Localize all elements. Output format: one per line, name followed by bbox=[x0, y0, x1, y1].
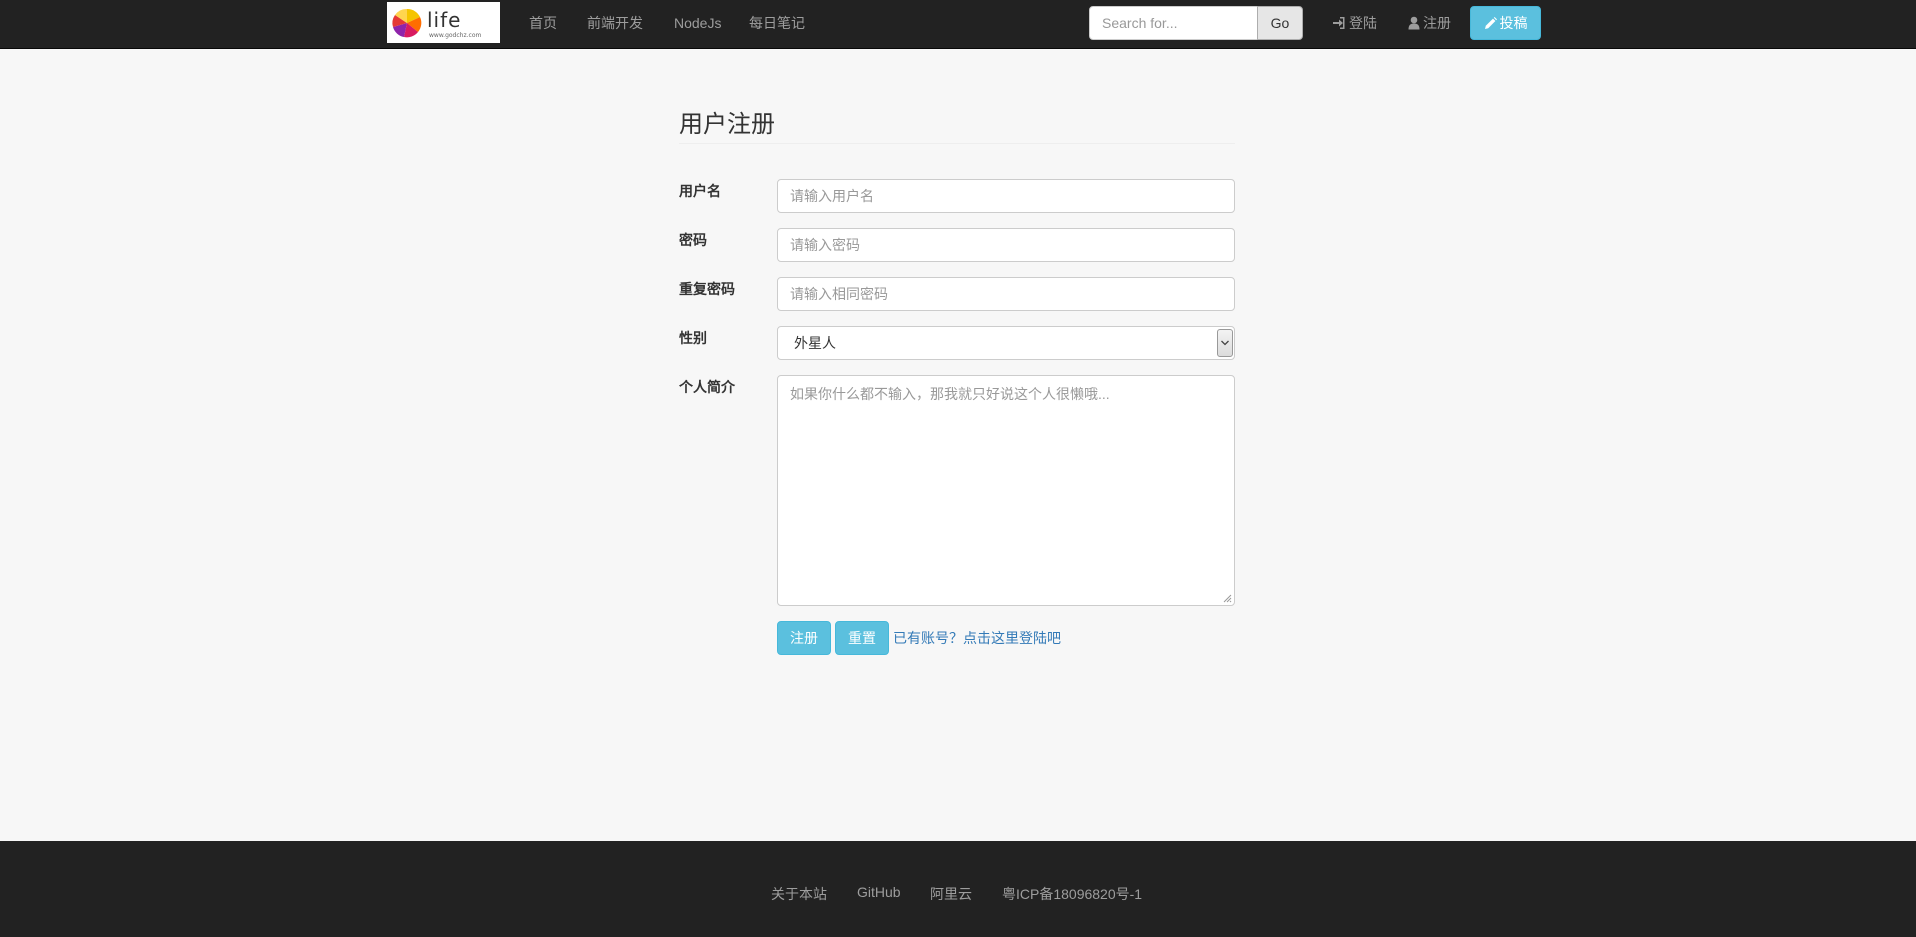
pencil-icon bbox=[1484, 17, 1497, 29]
bio-textarea[interactable] bbox=[777, 375, 1235, 606]
footer-icp[interactable]: 粤ICP备18096820号-1 bbox=[1002, 884, 1142, 904]
go-login-link[interactable]: 已有账号？点击这里登陆吧 bbox=[893, 621, 1061, 655]
reset-button[interactable]: 重置 bbox=[835, 621, 889, 655]
password-label: 密码 bbox=[679, 232, 707, 248]
gender-select[interactable]: 外星人 bbox=[777, 326, 1235, 360]
resize-grip-icon[interactable] bbox=[1223, 594, 1232, 603]
gender-selected-value: 外星人 bbox=[794, 335, 836, 351]
footer-github[interactable]: GitHub bbox=[857, 884, 901, 900]
nav-nodejs[interactable]: NodeJs bbox=[674, 0, 721, 46]
bio-label: 个人简介 bbox=[679, 379, 735, 395]
site-logo[interactable]: life www.godchz.com bbox=[387, 2, 500, 43]
logo-word: life bbox=[427, 8, 462, 32]
register-link[interactable]: 注册 bbox=[1408, 0, 1451, 46]
search-input[interactable] bbox=[1089, 6, 1258, 40]
page-title: 用户注册 bbox=[679, 111, 775, 138]
login-label: 登陆 bbox=[1349, 15, 1377, 31]
footer: 关于本站 GitHub 阿里云 粤ICP备18096820号-1 bbox=[0, 841, 1916, 937]
sign-in-icon bbox=[1333, 17, 1345, 29]
title-divider bbox=[679, 143, 1235, 144]
user-icon bbox=[1408, 16, 1420, 30]
footer-aliyun[interactable]: 阿里云 bbox=[930, 884, 972, 904]
logo-url: www.godchz.com bbox=[429, 32, 482, 39]
repeat-password-input[interactable] bbox=[777, 277, 1235, 311]
nav-home[interactable]: 首页 bbox=[529, 0, 557, 46]
register-label: 注册 bbox=[1423, 15, 1451, 31]
username-input[interactable] bbox=[777, 179, 1235, 213]
password-input[interactable] bbox=[777, 228, 1235, 262]
post-button[interactable]: 投稿 bbox=[1470, 6, 1541, 40]
submit-register-button[interactable]: 注册 bbox=[777, 621, 831, 655]
username-label: 用户名 bbox=[679, 183, 721, 199]
chevron-down-icon bbox=[1217, 329, 1233, 357]
nav-frontend[interactable]: 前端开发 bbox=[587, 0, 643, 46]
post-label: 投稿 bbox=[1499, 15, 1528, 31]
search-go-button[interactable]: Go bbox=[1257, 6, 1303, 40]
login-link[interactable]: 登陆 bbox=[1332, 0, 1377, 46]
repeat-password-label: 重复密码 bbox=[679, 281, 735, 297]
navbar: life www.godchz.com 首页 前端开发 NodeJs 每日笔记 … bbox=[0, 0, 1916, 49]
logo-pinwheel-icon bbox=[392, 8, 422, 38]
nav-daily-notes[interactable]: 每日笔记 bbox=[749, 0, 805, 46]
footer-about[interactable]: 关于本站 bbox=[771, 884, 827, 904]
gender-label: 性别 bbox=[679, 330, 707, 346]
